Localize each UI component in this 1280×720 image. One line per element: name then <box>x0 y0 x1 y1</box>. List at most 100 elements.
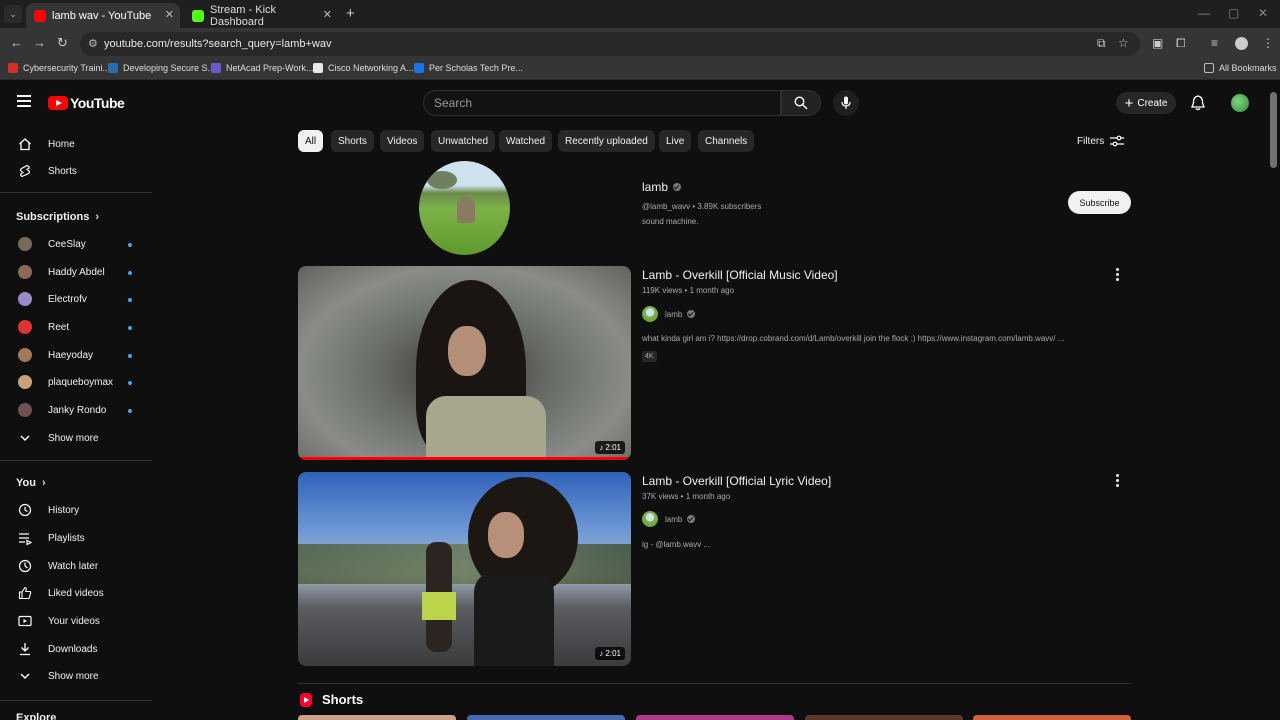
home-icon <box>19 138 31 151</box>
sidebar-show-more[interactable]: Show more <box>0 664 152 690</box>
verified-icon <box>687 515 696 523</box>
new-tab-icon[interactable]: + <box>346 5 355 22</box>
bookmarks-bar: Cybersecurity Traini... Developing Secur… <box>0 60 1280 80</box>
video-thumbnail[interactable]: ♪ 2:01 <box>298 266 631 460</box>
thumbnail-trees <box>298 544 631 584</box>
sidebar-item-watch-later[interactable]: Watch later <box>0 554 152 580</box>
video-title[interactable]: Lamb - Overkill [Official Lyric Video] <box>642 474 831 488</box>
create-button[interactable]: + Create <box>1116 92 1176 114</box>
sidebar-item-label: Janky Rondo <box>48 405 107 416</box>
maximize-icon[interactable]: ▢ <box>1228 6 1239 20</box>
voice-search-button[interactable] <box>833 90 859 116</box>
watch-progress-bar <box>298 457 631 460</box>
all-bookmarks[interactable]: All Bookmarks <box>1204 63 1277 73</box>
sidebar-item-liked-videos[interactable]: Liked videos <box>0 581 152 607</box>
search-box[interactable] <box>423 90 781 116</box>
short-thumbnail[interactable] <box>805 715 963 720</box>
sidebar-item-your-videos[interactable]: Your videos <box>0 609 152 635</box>
sidebar-item-label: plaqueboymax <box>48 377 114 388</box>
sidebar-item-subscription[interactable]: CeeSlay <box>0 232 152 258</box>
extensions-puzzle-icon[interactable]: ⧠ <box>1176 36 1186 51</box>
sidebar-item-shorts[interactable]: Shorts <box>0 159 152 185</box>
short-thumbnail[interactable] <box>298 715 456 720</box>
shorts-shelf-header: Shorts <box>300 692 363 707</box>
search-input[interactable] <box>424 91 780 115</box>
install-app-icon[interactable]: ⧉ <box>1097 36 1106 51</box>
sidebar-item-home[interactable]: Home <box>0 132 152 158</box>
sidebar-item-subscription[interactable]: Electrofv <box>0 287 152 313</box>
sidebar-item-subscription[interactable]: plaqueboymax <box>0 370 152 396</box>
minimize-icon[interactable]: — <box>1198 6 1210 20</box>
chip-live[interactable]: Live <box>659 130 692 152</box>
notifications-bell-icon[interactable] <box>1191 95 1205 111</box>
short-thumbnail[interactable] <box>973 715 1131 720</box>
video-thumbnail[interactable]: ♪ 2:01 <box>298 472 631 666</box>
chip-recently-uploaded[interactable]: Recently uploaded <box>558 130 655 152</box>
bookmark-item[interactable]: NetAcad Prep-Work... <box>211 63 313 73</box>
chip-all[interactable]: All <box>298 130 324 152</box>
all-bookmarks-label: All Bookmarks <box>1219 63 1277 73</box>
sidebar-item-playlists[interactable]: Playlists <box>0 526 152 552</box>
chip-shorts[interactable]: Shorts <box>331 130 374 152</box>
chip-channels[interactable]: Channels <box>698 130 755 152</box>
chip-videos[interactable]: Videos <box>380 130 425 152</box>
channel-name[interactable]: lamb <box>642 180 682 194</box>
forward-icon[interactable]: → <box>33 35 46 50</box>
sidebar-item-subscription[interactable]: Reet <box>0 315 152 341</box>
tab-youtube[interactable]: lamb wav - YouTube ✕ <box>26 3 180 28</box>
video-channel[interactable]: lamb <box>642 306 696 322</box>
filters-button[interactable]: Filters <box>1077 135 1125 147</box>
channel-avatar-large[interactable] <box>419 161 510 255</box>
bookmark-item[interactable]: Per Scholas Tech Pre... <box>414 63 523 73</box>
sidebar-item-label: Reet <box>48 322 70 333</box>
browser-menu-icon[interactable]: ⋮ <box>1262 36 1274 50</box>
sidebar-item-subscription[interactable]: Haeyoday <box>0 343 152 369</box>
channel-avatar <box>18 265 32 279</box>
video-title[interactable]: Lamb - Overkill [Official Music Video] <box>642 268 838 282</box>
close-tab-icon[interactable]: ✕ <box>323 8 332 21</box>
sidebar-item-subscription[interactable]: Haddy Abdel <box>0 260 152 286</box>
subscriptions-header[interactable]: Subscriptions › <box>16 211 99 223</box>
short-thumbnail[interactable] <box>636 715 794 720</box>
browser-toolbar: ← → ↻ ⚙ youtube.com/results?search_query… <box>0 28 1280 60</box>
close-tab-icon[interactable]: ✕ <box>165 8 174 21</box>
subscribe-button[interactable]: Subscribe <box>1068 191 1131 214</box>
thumbnail-figure-face <box>448 326 486 376</box>
duration-badge: ♪ 2:01 <box>595 441 625 454</box>
search-button[interactable] <box>781 90 821 116</box>
more-actions-icon[interactable] <box>1116 474 1120 487</box>
sidebar-show-more[interactable]: Show more <box>0 426 152 452</box>
bookmark-star-icon[interactable]: ☆ <box>1118 36 1129 50</box>
chip-unwatched[interactable]: Unwatched <box>431 130 496 152</box>
more-actions-icon[interactable] <box>1116 268 1120 281</box>
sidebar-item-subscription[interactable]: Janky Rondo <box>0 398 152 424</box>
bookmark-item[interactable]: Cisco Networking A... <box>313 63 414 73</box>
close-window-icon[interactable]: ✕ <box>1258 6 1268 20</box>
bookmark-item[interactable]: Cybersecurity Traini... <box>8 63 110 73</box>
sidebar-item-label: Home <box>48 139 75 150</box>
you-header[interactable]: You › <box>16 477 46 489</box>
reload-icon[interactable]: ↻ <box>57 35 68 51</box>
sidebar-item-downloads[interactable]: Downloads <box>0 637 152 663</box>
tab-media-icon[interactable]: ≡ <box>1211 36 1218 50</box>
account-avatar[interactable] <box>1231 94 1249 112</box>
youtube-logo[interactable]: YouTube <box>48 95 125 111</box>
menu-icon[interactable] <box>17 95 31 107</box>
back-icon[interactable]: ← <box>10 35 23 50</box>
short-thumbnail[interactable] <box>467 715 625 720</box>
page-scrollbar[interactable] <box>1270 92 1277 168</box>
sidebar-item-label: Downloads <box>48 644 98 655</box>
channel-avatar <box>18 292 32 306</box>
bookmark-item[interactable]: Developing Secure S... <box>108 63 215 73</box>
chip-watched[interactable]: Watched <box>499 130 553 152</box>
youtube-favicon-icon <box>34 9 46 22</box>
new-content-dot <box>128 409 132 413</box>
extension-icon[interactable]: ▣ <box>1152 36 1163 50</box>
address-bar[interactable]: ⚙ youtube.com/results?search_query=lamb+… <box>80 32 1140 56</box>
video-channel[interactable]: lamb <box>642 511 696 527</box>
tab-search-icon[interactable]: ⌄ <box>4 5 22 23</box>
profile-icon[interactable] <box>1235 37 1248 50</box>
tab-kick[interactable]: Stream - Kick Dashboard ✕ <box>184 3 338 28</box>
site-info-icon[interactable]: ⚙ <box>88 37 98 50</box>
sidebar-item-history[interactable]: History <box>0 498 152 524</box>
